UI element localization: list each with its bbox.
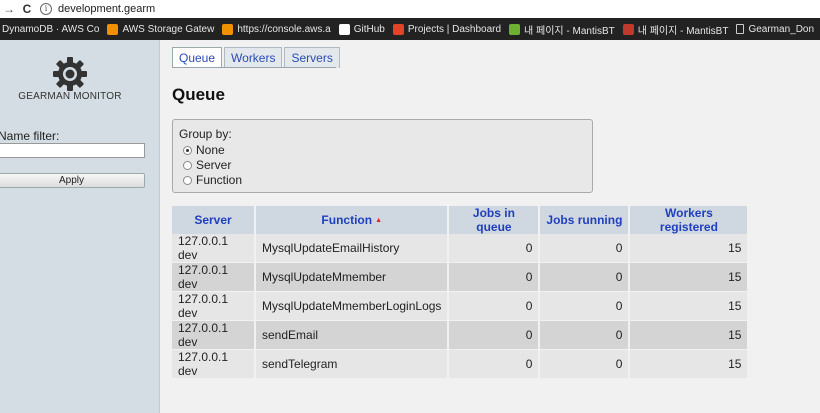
bookmark-label: Projects | Dashboard <box>407 23 502 35</box>
cell-workers-registered: 15 <box>629 349 750 379</box>
name-filter-input[interactable] <box>0 143 145 158</box>
bookmark-label: Gearman_Don <box>748 23 815 35</box>
bookmark-label: 내 페이지 - MantisBT <box>524 25 615 37</box>
sidebar: GEARMAN MONITOR Name filter: Apply <box>0 40 160 413</box>
cell-server: 127.0.0.1 dev <box>172 291 256 321</box>
cell-function: MysqlUpdateEmailHistory <box>255 234 450 263</box>
header-jobs-in-queue[interactable]: Jobs in queue <box>448 206 541 234</box>
cell-jobs-in-queue: 0 <box>448 234 541 263</box>
cell-jobs-in-queue: 0 <box>448 349 541 379</box>
group-by-label: Group by: <box>179 127 232 141</box>
reload-icon[interactable]: C <box>18 2 36 16</box>
tab-bar: Queue Workers Servers <box>172 47 342 68</box>
bookmark-label: AWS Storage Gatew <box>122 23 215 35</box>
bookmark-item[interactable]: 내 페이지 - MantisBT <box>507 22 621 37</box>
cell-jobs-running: 0 <box>539 262 631 292</box>
cell-jobs-in-queue: 0 <box>448 262 541 292</box>
cell-jobs-in-queue: 0 <box>448 291 541 321</box>
cell-function: MysqlUpdateMmemberLoginLogs <box>255 291 450 321</box>
cell-server: 127.0.0.1 dev <box>172 262 256 292</box>
group-by-server-option[interactable]: Server <box>183 158 231 172</box>
bookmark-label: DynamoDB · AWS Co <box>2 23 100 35</box>
cell-function: sendTelegram <box>255 349 450 379</box>
bookmark-favicon-icon <box>338 23 350 35</box>
tab-underline <box>172 67 336 68</box>
sort-asc-icon: ▲ <box>375 217 382 225</box>
bookmark-favicon-icon <box>107 23 119 35</box>
info-icon[interactable]: i <box>40 3 52 15</box>
tab-workers[interactable]: Workers <box>224 47 283 68</box>
header-server[interactable]: Server <box>172 206 256 234</box>
forward-arrow-icon[interactable]: → <box>0 2 18 16</box>
table-row: 127.0.0.1 dev MysqlUpdateMmemberLoginLog… <box>172 291 750 321</box>
bookmark-favicon-icon <box>222 23 234 35</box>
bookmark-label: 내 페이지 - MantisBT <box>637 25 729 37</box>
group-by-box: Group by: None Server Function <box>172 119 593 193</box>
apply-button[interactable]: Apply <box>0 173 145 188</box>
gear-icon <box>53 57 87 91</box>
cell-workers-registered: 15 <box>629 234 750 263</box>
cell-workers-registered: 15 <box>629 291 750 321</box>
page-title: Queue <box>172 85 225 104</box>
cell-workers-registered: 15 <box>629 320 750 350</box>
header-jobs-running[interactable]: Jobs running <box>539 206 631 234</box>
table-row: 127.0.0.1 dev MysqlUpdateMmember 0 0 15 <box>172 262 750 292</box>
bookmark-favicon-icon <box>736 24 745 34</box>
cell-jobs-in-queue: 0 <box>448 320 541 350</box>
radio-server[interactable] <box>183 160 192 170</box>
bookmark-item[interactable]: Projects | Dashboard <box>391 23 507 35</box>
cell-workers-registered: 15 <box>629 262 750 292</box>
cell-function: MysqlUpdateMmember <box>255 262 450 292</box>
group-by-function-option[interactable]: Function <box>183 173 242 187</box>
name-filter-label: Name filter: <box>0 129 60 143</box>
radio-none[interactable] <box>183 145 192 155</box>
radio-function-label: Function <box>196 173 243 187</box>
table-header-row: Server Function ▲ Jobs in queue Jobs runn… <box>172 206 750 234</box>
bookmark-item[interactable]: Gearman_Don <box>734 24 820 35</box>
cell-jobs-running: 0 <box>539 234 631 263</box>
bookmark-item[interactable]: 내 페이지 - MantisBT <box>621 22 735 37</box>
bookmark-favicon-icon <box>622 23 634 35</box>
bookmark-label: GitHub <box>353 23 385 35</box>
cell-server: 127.0.0.1 dev <box>172 320 256 350</box>
bookmark-label: https://console.aws.a <box>237 23 331 35</box>
bookmark-favicon-icon <box>392 23 404 35</box>
bookmark-item[interactable]: DynamoDB · AWS Co <box>0 24 105 35</box>
bookmark-item[interactable]: https://console.aws.a <box>220 23 336 35</box>
tab-servers[interactable]: Servers <box>284 47 340 68</box>
bookmarks-bar: DynamoDB · AWS Co AWS Storage Gatew https:… <box>0 18 820 40</box>
table-row: 127.0.0.1 dev sendEmail 0 0 15 <box>172 320 750 350</box>
cell-jobs-running: 0 <box>539 349 631 379</box>
cell-server: 127.0.0.1 dev <box>172 349 256 379</box>
table-row: 127.0.0.1 dev MysqlUpdateEmailHistory 0 … <box>172 234 750 263</box>
queue-table: Server Function ▲ Jobs in queue Jobs runn… <box>172 206 750 379</box>
bookmark-item[interactable]: GitHub <box>337 23 391 35</box>
header-function[interactable]: Function ▲ <box>255 206 450 234</box>
url-text[interactable]: development.gearm <box>58 3 155 15</box>
cell-jobs-running: 0 <box>539 320 631 350</box>
table-row: 127.0.0.1 dev sendTelegram 0 0 15 <box>172 349 750 379</box>
radio-server-label: Server <box>196 158 232 172</box>
address-bar: → C i development.gearm <box>0 0 820 18</box>
bookmark-item[interactable]: AWS Storage Gatew <box>105 23 220 35</box>
bookmark-favicon-icon <box>509 23 521 35</box>
cell-jobs-running: 0 <box>539 291 631 321</box>
radio-function[interactable] <box>183 175 192 185</box>
header-workers-registered[interactable]: Workers registered <box>629 206 750 234</box>
radio-none-label: None <box>196 143 225 157</box>
app-brand: GEARMAN MONITOR <box>18 91 122 102</box>
tab-queue[interactable]: Queue <box>172 47 223 68</box>
cell-function: sendEmail <box>255 320 450 350</box>
cell-server: 127.0.0.1 dev <box>172 234 256 263</box>
group-by-none-option[interactable]: None <box>183 143 225 157</box>
